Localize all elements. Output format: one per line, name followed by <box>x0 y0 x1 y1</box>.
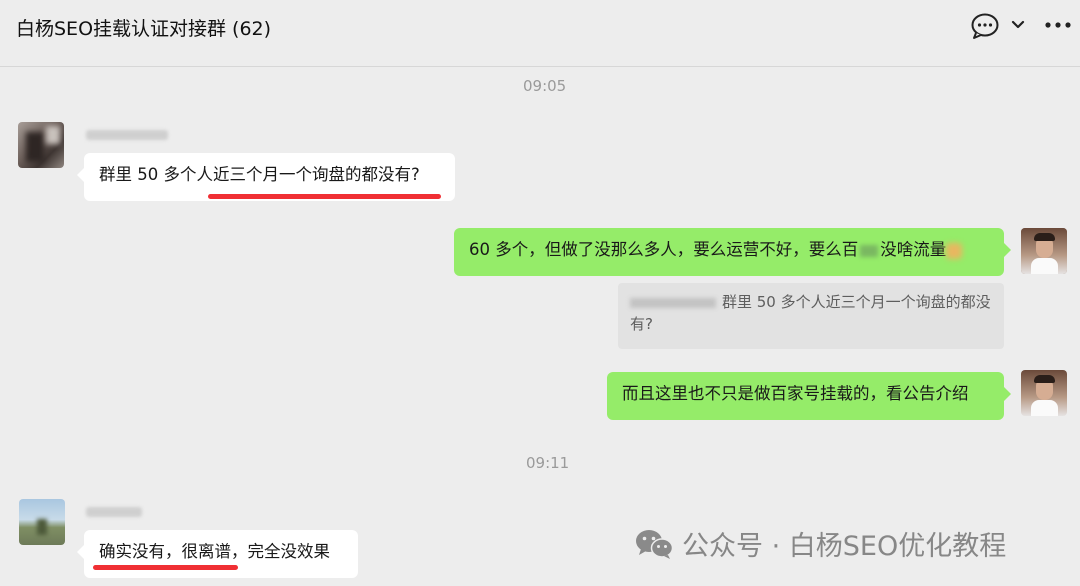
quoted-sender-blurred <box>630 297 716 308</box>
chat-header: 白杨SEO挂载认证对接群 (62) <box>0 0 1080 67</box>
quote-line-2: 有? <box>630 315 653 333</box>
avatar[interactable] <box>18 122 64 168</box>
blurred-text <box>860 244 879 257</box>
red-underline <box>208 194 441 199</box>
quote-line-1: 群里 50 多个人近三个月一个询盘的都没 <box>722 293 991 311</box>
message-bubble[interactable]: 而且这里也不只是做百家号挂载的，看公告介绍 <box>607 372 1011 420</box>
message-text: 确实没有，很离谱，完全没效果 <box>99 542 330 561</box>
chat-title[interactable]: 白杨SEO挂载认证对接群 (62) <box>16 14 271 41</box>
quoted-message[interactable]: 群里 50 多个人近三个月一个询盘的都没 有? <box>618 283 1004 349</box>
avatar-self[interactable] <box>1021 228 1067 274</box>
message-bubble[interactable]: 60 多个，但做了没那么多人，要么运营不好，要么百 没啥流量 <box>454 228 1011 276</box>
message-text: 群里 50 多个人近三个月一个询盘的都没有? <box>99 165 420 184</box>
emoji-blurred <box>946 242 963 259</box>
more-icon[interactable] <box>1044 14 1072 36</box>
message-bubble[interactable]: 确实没有，很离谱，完全没效果 <box>77 530 358 578</box>
avatar-self[interactable] <box>1021 370 1067 416</box>
timestamp: 09:05 <box>523 77 567 95</box>
sender-name-blurred <box>86 507 142 517</box>
chat-bubble-icon[interactable] <box>970 12 1000 40</box>
message-text-tail: 没啥流量 <box>880 240 947 259</box>
red-underline <box>93 565 238 570</box>
wechat-icon <box>636 530 674 559</box>
message-text: 60 多个，但做了没那么多人，要么运营不好，要么百 <box>469 240 859 259</box>
timestamp: 09:11 <box>526 454 570 472</box>
avatar[interactable] <box>19 499 65 545</box>
watermark-text: 公众号 · 白杨SEO优化教程 <box>682 531 1007 562</box>
sender-name-blurred <box>86 130 168 140</box>
message-text: 而且这里也不只是做百家号挂载的，看公告介绍 <box>622 384 969 403</box>
chevron-down-icon[interactable] <box>1008 14 1028 36</box>
